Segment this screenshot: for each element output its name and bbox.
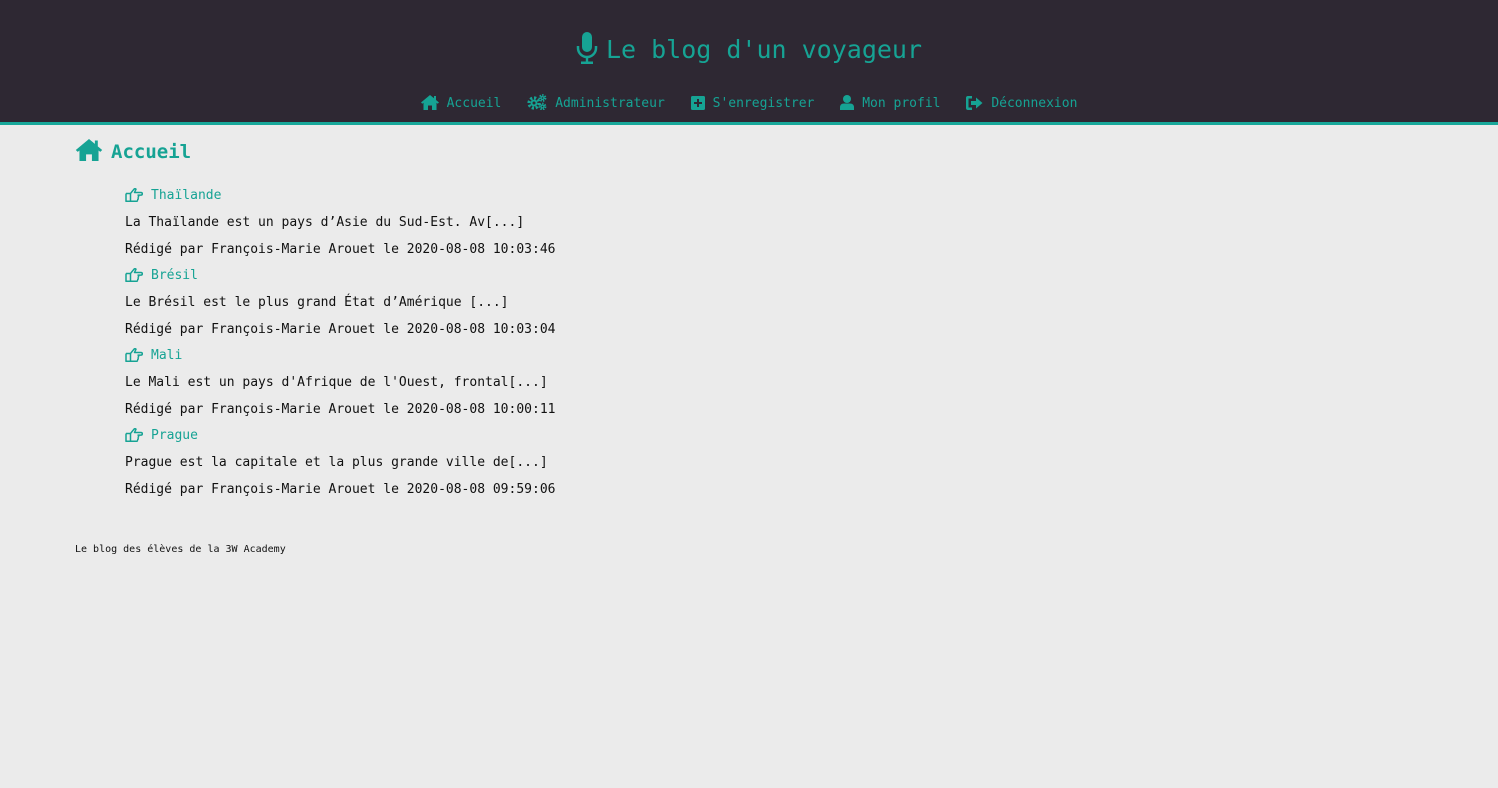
nav-item-mon-profil[interactable]: Mon profil: [840, 94, 940, 114]
article-item: Prague Prague est la capitale et la plus…: [125, 427, 1423, 498]
nav-label: Accueil: [446, 96, 502, 111]
site-footer: Le blog des élèves de la 3W Academy: [0, 507, 1498, 557]
nav-item-senregistrer[interactable]: S'enregistrer: [690, 94, 815, 114]
cogs-icon: [527, 94, 547, 111]
article-item: Thaïlande La Thaïlande est un pays d’Asi…: [125, 187, 1423, 258]
article-meta: Rédigé par François-Marie Arouet le 2020…: [125, 242, 556, 257]
article-title: Mali: [151, 348, 183, 363]
nav-label: Déconnexion: [991, 96, 1078, 111]
main-content: Accueil Thaïlande La Thaïlande est un pa…: [0, 125, 1498, 498]
hand-pointing-right-icon: [125, 347, 144, 363]
nav-item-deconnexion[interactable]: Déconnexion: [966, 94, 1077, 114]
article-title: Brésil: [151, 268, 198, 283]
article-excerpt: Prague est la capitale et la plus grande…: [125, 455, 548, 470]
nav-item-administrateur[interactable]: Administrateur: [527, 94, 665, 114]
page-title-text: Accueil: [111, 141, 192, 163]
article-excerpt: La Thaïlande est un pays d’Asie du Sud-E…: [125, 215, 525, 230]
article-item: Mali Le Mali est un pays d'Afrique de l'…: [125, 347, 1423, 418]
article-item: Brésil Le Brésil est le plus grand État …: [125, 267, 1423, 338]
nav-label: S'enregistrer: [712, 96, 815, 111]
article-title-link[interactable]: Thaïlande: [125, 187, 1423, 204]
page-title: Accueil: [75, 139, 1423, 165]
article-list: Thaïlande La Thaïlande est un pays d’Asi…: [75, 187, 1423, 498]
article-title-link[interactable]: Prague: [125, 427, 1423, 444]
hand-pointing-right-icon: [125, 427, 144, 443]
site-header: Le blog d'un voyageur Accueil Administra…: [0, 0, 1498, 125]
nav-label: Administrateur: [555, 96, 665, 111]
article-title-link[interactable]: Mali: [125, 347, 1423, 364]
hand-pointing-right-icon: [125, 267, 144, 283]
article-excerpt: Le Brésil est le plus grand État d’Améri…: [125, 295, 509, 310]
nav-item-accueil[interactable]: Accueil: [420, 94, 502, 114]
article-title: Thaïlande: [151, 188, 222, 203]
article-meta: Rédigé par François-Marie Arouet le 2020…: [125, 482, 556, 497]
site-title-text: Le blog d'un voyageur: [605, 35, 923, 64]
main-nav: Accueil Administrateur S'enregistrer Mon…: [0, 94, 1498, 114]
user-icon: [840, 95, 855, 110]
article-title-link[interactable]: Brésil: [125, 267, 1423, 284]
home-icon: [420, 95, 439, 110]
site-title[interactable]: Le blog d'un voyageur: [0, 30, 1498, 70]
article-excerpt: Le Mali est un pays d'Afrique de l'Ouest…: [125, 375, 548, 390]
plus-square-icon: [690, 96, 705, 110]
footer-text: Le blog des élèves de la 3W Academy: [75, 544, 286, 555]
microphone-icon: [576, 32, 598, 64]
article-meta: Rédigé par François-Marie Arouet le 2020…: [125, 322, 556, 337]
nav-label: Mon profil: [862, 96, 941, 111]
home-icon: [75, 139, 103, 161]
hand-pointing-right-icon: [125, 187, 144, 203]
article-meta: Rédigé par François-Marie Arouet le 2020…: [125, 402, 556, 417]
article-title: Prague: [151, 428, 198, 443]
sign-out-icon: [966, 96, 983, 110]
